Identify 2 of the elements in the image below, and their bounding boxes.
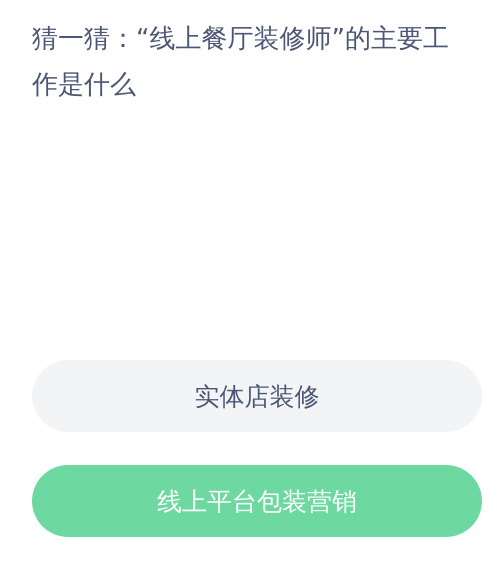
question-text: 猜一猜：“线上餐厅装修师”的主要工作是什么 — [32, 23, 450, 102]
answer-option[interactable]: 实体店装修 — [32, 360, 482, 432]
